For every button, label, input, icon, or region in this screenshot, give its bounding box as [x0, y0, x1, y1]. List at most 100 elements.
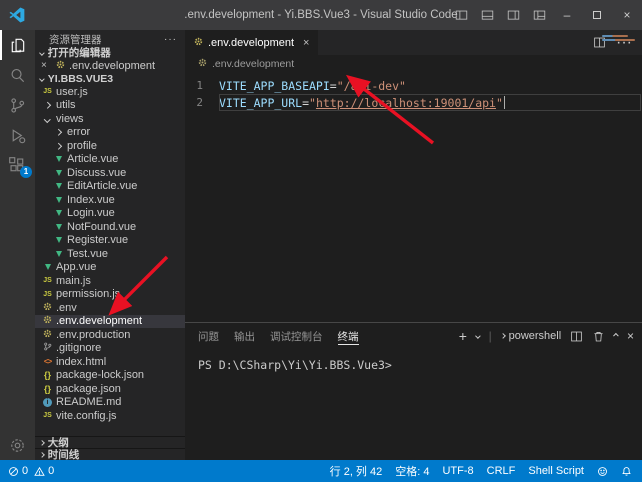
tree-item-.gitignore[interactable]: .gitignore [35, 342, 185, 356]
close-button[interactable]: × [612, 0, 642, 30]
eol[interactable]: CRLF [487, 465, 516, 477]
code-token: = [330, 79, 337, 93]
line-number: 1 [185, 79, 212, 92]
editor-area: .env.development × ··· .env.development … [185, 30, 642, 322]
code-area[interactable]: 1VITE_APP_BASEAPI="/api-dev"2VITE_APP_UR… [185, 73, 642, 111]
js-icon: JS [43, 88, 52, 95]
tree-item-permission.js[interactable]: JSpermission.js [35, 288, 185, 302]
settings-button[interactable] [0, 430, 35, 460]
tree-item-register.vue[interactable]: Register.vue [35, 234, 185, 248]
open-editor-item[interactable]: × .env.development [35, 59, 185, 72]
encoding[interactable]: UTF-8 [442, 465, 473, 477]
tree-item-index.vue[interactable]: Index.vue [35, 193, 185, 207]
toggle-panel-icon[interactable] [474, 0, 500, 30]
toggle-secondary-sidebar-icon[interactable] [500, 0, 526, 30]
tree-item-package-lock.json[interactable]: {}package-lock.json [35, 369, 185, 383]
chevron-down-icon[interactable] [475, 333, 480, 338]
timeline-section[interactable]: 时间线 [35, 448, 185, 460]
html-icon: <> [44, 357, 51, 366]
extensions-button[interactable]: 1 [0, 150, 35, 180]
tree-item-discuss.vue[interactable]: Discuss.vue [35, 166, 185, 180]
panel-tab-debug-console[interactable]: 调试控制台 [270, 323, 323, 349]
panel-header: 问题输出调试控制台终端 + | powershell × [185, 323, 642, 349]
terminal[interactable]: PS D:\CSharp\Yi\Yi.BBS.Vue3> [185, 349, 642, 461]
customize-layout-icon[interactable] [526, 0, 552, 30]
feedback-smiley-icon[interactable] [597, 466, 608, 477]
tree-item-index.html[interactable]: <>index.html [35, 355, 185, 369]
chevron-right-icon [39, 452, 44, 457]
close-panel-icon[interactable]: × [627, 329, 634, 343]
vue-icon [56, 156, 62, 162]
more-actions-icon[interactable]: ··· [164, 34, 177, 45]
language-mode[interactable]: Shell Script [528, 465, 584, 477]
vue-icon [56, 224, 62, 230]
js-icon: JS [43, 412, 52, 419]
divider: | [489, 329, 492, 343]
minimap[interactable] [600, 33, 638, 43]
indentation[interactable]: 空格: 4 [395, 463, 429, 479]
close-icon[interactable]: × [41, 60, 52, 71]
tree-item-app.vue[interactable]: App.vue [35, 261, 185, 275]
open-editors-header[interactable]: 打开的编辑器 [35, 46, 185, 59]
code-token: " [309, 96, 316, 110]
tree-item-test.vue[interactable]: Test.vue [35, 247, 185, 261]
gear-icon [43, 302, 52, 314]
tree-item-.env[interactable]: .env [35, 301, 185, 315]
source-control-button[interactable] [0, 90, 35, 120]
tree-item-article.vue[interactable]: Article.vue [35, 153, 185, 167]
project-root-header[interactable]: YI.BBS.VUE3 [35, 72, 185, 85]
tree-item-readme.md[interactable]: iREADME.md [35, 396, 185, 410]
maximize-panel-icon[interactable] [613, 333, 618, 338]
chevron-right-icon [55, 143, 61, 149]
file-name: .env.production [56, 329, 130, 341]
file-name: utils [56, 99, 76, 111]
panel-tab-terminal[interactable]: 终端 [338, 323, 359, 349]
tree-item-vite.config.js[interactable]: JSvite.config.js [35, 409, 185, 423]
file-name: profile [67, 140, 97, 152]
panel-tab-output[interactable]: 输出 [234, 323, 255, 349]
bottom-panel: 问题输出调试控制台终端 + | powershell × PS D:\CShar… [185, 322, 642, 460]
vue-icon [45, 264, 51, 270]
toggle-sidebar-icon[interactable] [448, 0, 474, 30]
tree-item-views[interactable]: views [35, 112, 185, 126]
gear-icon [198, 58, 207, 70]
file-name: package.json [56, 383, 121, 395]
file-name: .env [56, 302, 77, 314]
trash-icon[interactable] [592, 330, 605, 343]
gear-icon [56, 60, 65, 72]
tree-item-user.js[interactable]: JSuser.js [35, 85, 185, 99]
file-tree: JSuser.jsutilsviewserrorprofileArticle.v… [35, 85, 185, 423]
json-icon: {} [44, 370, 51, 380]
tab-env-development[interactable]: .env.development × [185, 30, 318, 55]
close-icon[interactable]: × [303, 37, 309, 49]
notifications-bell-icon[interactable] [621, 466, 632, 477]
search-icon [8, 66, 27, 85]
tree-item-package.json[interactable]: {}package.json [35, 382, 185, 396]
minimize-button[interactable]: – [552, 0, 582, 30]
tree-item-error[interactable]: error [35, 126, 185, 140]
code-line-2[interactable]: 2VITE_APP_URL="http://localhost:19001/ap… [185, 94, 642, 111]
tree-item-editarticle.vue[interactable]: EditArticle.vue [35, 180, 185, 194]
panel-tab-problems[interactable]: 问题 [198, 323, 219, 349]
split-terminal-icon[interactable] [570, 330, 583, 343]
warning-icon [34, 466, 45, 477]
tree-item-.env.production[interactable]: .env.production [35, 328, 185, 342]
tree-item-utils[interactable]: utils [35, 99, 185, 113]
maximize-button[interactable] [582, 0, 612, 30]
problems-status[interactable]: 0 0 [8, 465, 54, 477]
tree-item-login.vue[interactable]: Login.vue [35, 207, 185, 221]
tree-item-.env.development[interactable]: .env.development [35, 315, 185, 329]
code-line-1[interactable]: 1VITE_APP_BASEAPI="/api-dev" [185, 77, 642, 94]
new-terminal-icon[interactable]: + [459, 329, 467, 343]
run-debug-button[interactable] [0, 120, 35, 150]
file-name: Register.vue [67, 234, 128, 246]
explorer-button[interactable] [0, 30, 35, 60]
search-button[interactable] [0, 60, 35, 90]
breadcrumb[interactable]: .env.development [185, 55, 642, 73]
explorer-sidebar: 资源管理器 ··· 打开的编辑器 × .env.development YI.B… [35, 30, 185, 460]
cursor-position[interactable]: 行 2, 列 42 [330, 463, 383, 479]
tree-item-notfound.vue[interactable]: NotFound.vue [35, 220, 185, 234]
terminal-selector[interactable]: powershell [501, 330, 561, 342]
tree-item-profile[interactable]: profile [35, 139, 185, 153]
tree-item-main.js[interactable]: JSmain.js [35, 274, 185, 288]
